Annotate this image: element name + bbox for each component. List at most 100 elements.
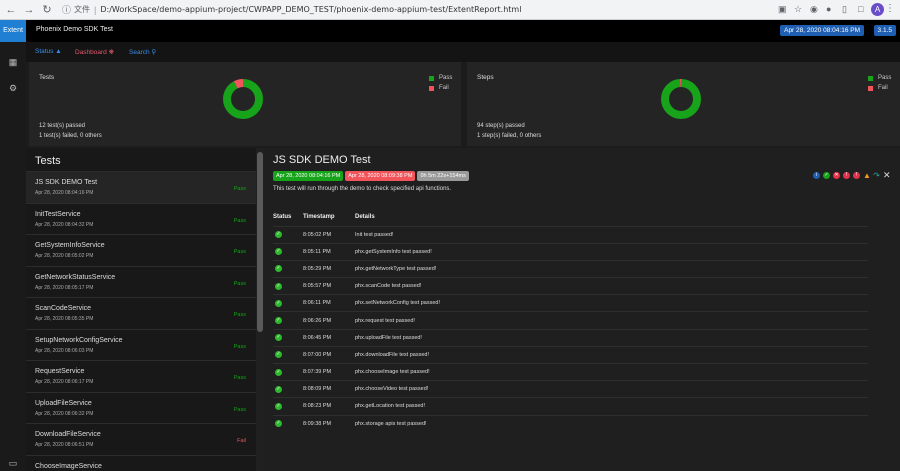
test-name: RequestService <box>35 368 85 375</box>
test-list-item[interactable]: ChooseImageService <box>26 456 256 471</box>
test-date: Apr 28, 2020 08:04:32 PM <box>35 221 94 228</box>
more-menu-icon[interactable]: ⋮ <box>885 3 895 14</box>
step-details: phx.getLocation test passed! <box>355 397 868 416</box>
translate-icon[interactable]: ▣ <box>778 4 787 15</box>
test-status: Pass <box>233 249 246 255</box>
legend: Pass Fail <box>868 75 891 95</box>
step-timestamp: 8:05:57 PM <box>303 277 355 295</box>
table-row: ✓ 8:06:26 PM phx.request test passed! <box>273 311 868 330</box>
dashboard-filter[interactable]: Dashboard ❋ <box>75 48 114 56</box>
scrollbar-thumb[interactable] <box>257 152 263 332</box>
test-name: SetupNetworkConfigService <box>35 336 123 344</box>
grid-icon[interactable]: ▦ <box>0 57 26 68</box>
pass-check-icon: ✓ <box>275 368 282 376</box>
steps-failed-summary: 1 step(s) failed, 0 others <box>477 133 542 139</box>
test-status: Pass <box>233 217 246 224</box>
test-description: This test will run through the demo to c… <box>273 186 452 192</box>
table-row: ✓ 8:09:38 PM phx.storage apis test passed! <box>273 414 868 433</box>
step-timestamp: 8:06:11 PM <box>303 294 355 312</box>
test-list-item[interactable]: RequestService Apr 28, 2020 08:06:17 PM Pa… <box>26 361 256 393</box>
scrollbar[interactable] <box>256 148 264 471</box>
pass-check-icon: ✓ <box>275 248 282 256</box>
extension-icon[interactable]: ◉ <box>810 4 818 15</box>
legend-pass: Pass <box>868 75 891 81</box>
test-title: JS SDK DEMO Test <box>273 154 371 166</box>
test-name: JS SDK DEMO Test <box>35 179 98 186</box>
back-icon[interactable]: ← <box>4 4 18 16</box>
test-date: Apr 28, 2020 08:06:17 PM <box>35 379 94 385</box>
reload-icon[interactable]: ↻ <box>40 3 54 16</box>
tests-failed-summary: 1 test(s) failed, 0 others <box>39 133 102 139</box>
pass-check-icon: ✓ <box>275 420 282 428</box>
step-details: phx.getNetworkType test passed! <box>355 259 868 278</box>
table-row: ✓ 8:06:45 PM phx.uploadFile test passed! <box>273 328 868 347</box>
report-date-badge: Apr 28, 2020 08:04:16 PM <box>780 25 864 36</box>
step-details: phx.chooseImage test passed! <box>355 362 868 381</box>
forward-icon[interactable]: → <box>22 4 36 16</box>
extension-icon[interactable]: ● <box>826 4 831 14</box>
test-name: GetNetworkStatusService <box>35 273 116 281</box>
address-bar[interactable]: D:/WorkSpace/demo-appium-project/CWPAPP_… <box>100 5 521 14</box>
step-details: phx.uploadFile test passed! <box>355 328 868 347</box>
test-name: InitTestService <box>35 210 81 218</box>
table-row: ✓ 8:05:29 PM phx.getNetworkType test passe… <box>273 259 868 278</box>
pass-icon: ✓ <box>823 172 830 179</box>
search-filter[interactable]: Search ⚲ <box>129 48 156 56</box>
time-badges: Apr 28, 2020 08:04:16 PM Apr 28, 2020 08… <box>273 171 469 181</box>
fatal-icon: ! <box>843 172 850 179</box>
close-icon[interactable]: ✕ <box>883 171 891 180</box>
test-list-item[interactable]: GetSystemInfoService Apr 28, 2020 08:05:0… <box>26 235 256 267</box>
table-row: ✓ 8:05:02 PM Init test passed! <box>273 225 868 244</box>
step-details: phx.setNetworkConfig test passed! <box>355 294 868 312</box>
test-status: Pass <box>233 312 246 318</box>
monitor-icon[interactable]: ▭ <box>0 458 26 469</box>
test-list-item[interactable]: JS SDK DEMO Test Apr 28, 2020 08:04:16 PM… <box>26 172 256 204</box>
steps-table: Status Timestamp Details ✓ 8:05:02 PM Init… <box>273 208 868 433</box>
pass-check-icon: ✓ <box>275 317 282 325</box>
test-status: Pass <box>233 343 246 350</box>
step-details: phx.storage apis test passed! <box>355 414 868 433</box>
account-avatar[interactable]: A <box>871 3 884 16</box>
test-name: ScanCodeService <box>35 305 92 312</box>
test-list-item[interactable]: GetNetworkStatusService Apr 28, 2020 08:0… <box>26 267 256 298</box>
table-row: ✓ 8:06:11 PM phx.setNetworkConfig test pas… <box>273 294 868 312</box>
star-icon[interactable]: ☆ <box>794 4 802 15</box>
test-list-item[interactable]: InitTestService Apr 28, 2020 08:04:32 PM P… <box>26 204 256 235</box>
pass-check-icon: ✓ <box>275 351 282 359</box>
step-timestamp: 8:09:38 PM <box>303 414 355 433</box>
test-date: Apr 28, 2020 08:05:35 PM <box>35 316 94 322</box>
table-row: ✓ 8:08:09 PM phx.chooseVideo test passed! <box>273 380 868 398</box>
steps-passed-summary: 94 step(s) passed <box>477 123 525 129</box>
test-list-item[interactable]: ScanCodeService Apr 28, 2020 08:05:35 PM P… <box>26 298 256 330</box>
step-timestamp: 8:05:29 PM <box>303 259 355 278</box>
test-list-item[interactable]: SetupNetworkConfigService Apr 28, 2020 08… <box>26 330 256 361</box>
test-list: Tests JS SDK DEMO Test Apr 28, 2020 08:04… <box>26 148 256 471</box>
legend: Pass Fail <box>429 75 452 95</box>
pass-check-icon: ✓ <box>275 265 282 273</box>
step-timestamp: 8:05:11 PM <box>303 242 355 261</box>
test-status: Pass <box>233 406 246 413</box>
step-timestamp: 8:07:00 PM <box>303 345 355 364</box>
extension-icon[interactable]: ▯ <box>842 4 847 15</box>
duration-badge: 0h 5m 22s+154ms <box>417 171 469 181</box>
pass-check-icon: ✓ <box>275 282 282 290</box>
info-icon[interactable]: ⓘ <box>62 3 71 16</box>
step-timestamp: 8:06:45 PM <box>303 328 355 347</box>
panel-label: Steps <box>477 74 494 81</box>
dashboard-icon[interactable]: ⚙ <box>0 83 26 94</box>
test-list-item[interactable]: DownloadFileService Apr 28, 2020 08:06:51… <box>26 424 256 456</box>
extension-icon[interactable]: □ <box>858 4 863 14</box>
test-name: UploadFileService <box>35 399 92 407</box>
test-name: DownloadFileService <box>35 431 101 438</box>
column-header-details: Details <box>355 213 375 220</box>
test-status: Fail <box>237 438 246 444</box>
test-list-item[interactable]: UploadFileService Apr 28, 2020 08:06:32 P… <box>26 393 256 424</box>
triangle-icon: ▲ <box>55 48 62 55</box>
error-icon: ! <box>853 172 860 179</box>
status-filter[interactable]: Status ▲ <box>35 48 62 55</box>
tests-panel: Tests Pass Fail 12 test(s) passed 1 test… <box>29 62 461 146</box>
tests-passed-summary: 12 test(s) passed <box>39 123 86 129</box>
skip-icon: ↷ <box>873 171 880 180</box>
pass-check-icon: ✓ <box>275 231 282 239</box>
logo[interactable]: Extent <box>0 20 26 42</box>
